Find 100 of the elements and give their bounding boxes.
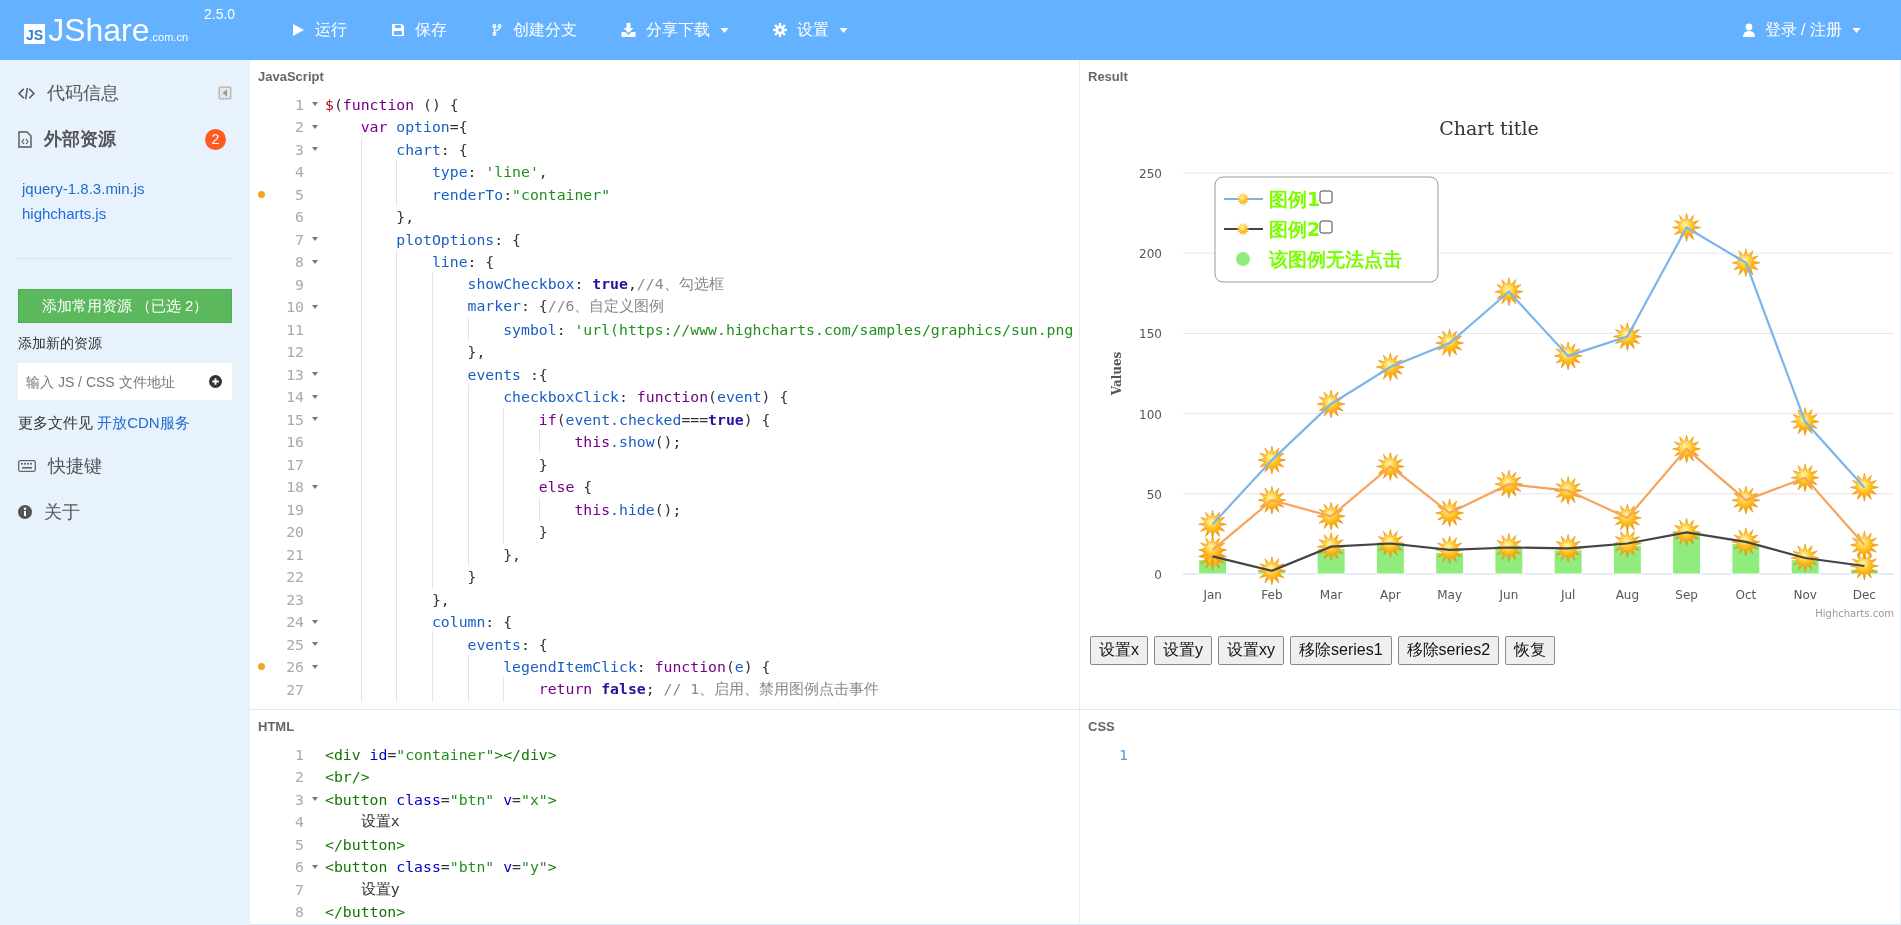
sun-marker [1850, 551, 1879, 581]
line-number: 1 [294, 95, 304, 113]
section-title[interactable]: 快捷键 [48, 454, 102, 478]
line-number: 3 [294, 140, 304, 158]
fold-icon[interactable] [311, 237, 318, 242]
fold-icon[interactable] [311, 304, 318, 309]
count-badge: 2 [205, 128, 226, 150]
panel-title: JavaScript [257, 68, 325, 86]
resource-url-field[interactable]: 输入 JS / CSS 文件地址 [18, 363, 232, 400]
collapse-icon[interactable] [218, 86, 232, 100]
demo-button[interactable]: 设置x [1090, 636, 1148, 665]
x-tick-label: Mar [1319, 588, 1343, 602]
legend-checkbox[interactable] [1319, 220, 1333, 234]
code-line: var option={ [359, 118, 468, 136]
x-tick-label: Aug [1615, 588, 1640, 602]
sun-marker [1376, 452, 1405, 481]
line-number: 25 [285, 635, 304, 653]
y-tick-label: 0 [1154, 568, 1162, 582]
legend-line-symbol [1224, 192, 1263, 206]
section-title[interactable]: 代码信息 [47, 81, 119, 105]
fold-icon[interactable] [311, 864, 318, 869]
x-tick-label: Sep [1675, 588, 1698, 602]
sun-marker [1376, 352, 1405, 382]
code-line: plotOptions: { [325, 230, 521, 248]
fold-icon[interactable] [311, 259, 318, 264]
line-number: 5 [294, 185, 304, 203]
line-number: 10 [285, 298, 304, 316]
line-number: 15 [285, 410, 304, 428]
fold-icon[interactable] [311, 417, 318, 422]
line-number: 12 [285, 343, 304, 361]
demo-button[interactable]: 移除series2 [1397, 636, 1500, 665]
code-line: <button class="btn" v="x"> [325, 790, 557, 808]
sun-marker [1435, 498, 1464, 528]
sun-marker [1198, 510, 1227, 539]
x-tick-label: Jul [1560, 588, 1576, 602]
code-line: this.show(); [325, 433, 682, 451]
fold-icon[interactable] [311, 372, 318, 377]
line-number: 19 [285, 500, 304, 518]
demo-button[interactable]: 设置y [1154, 636, 1212, 665]
line-number: 6 [294, 208, 304, 226]
fold-icon[interactable] [311, 619, 318, 624]
code-line: if(event.checked===true) { [325, 410, 771, 428]
line-number: 1 [294, 745, 304, 763]
code-line: legendItemClick: function(e) { [325, 658, 771, 676]
fold-icon[interactable] [311, 664, 318, 669]
line-number: 7 [294, 880, 304, 898]
sun-marker [1435, 535, 1464, 565]
user-icon [1742, 23, 1755, 37]
resource-link[interactable]: highcharts.js [22, 205, 232, 222]
fold-icon[interactable] [311, 642, 318, 647]
sun-marker [1257, 485, 1287, 515]
line-number: 1 [1118, 745, 1128, 763]
sun-marker [1316, 389, 1346, 419]
legend-line-symbol [1224, 222, 1263, 236]
sun-marker [1613, 503, 1642, 533]
code-line: events: { [325, 635, 548, 653]
sun-marker [1672, 518, 1701, 547]
code-line: events :{ [325, 365, 548, 383]
sun-marker [1435, 328, 1464, 358]
file-code-icon [18, 130, 32, 148]
fold-icon[interactable] [311, 797, 318, 802]
code-line: chart: { [325, 140, 468, 158]
code-line: return false; // 1、启用、禁用图例点击事件 [325, 679, 880, 699]
x-tick-label: Oct [1735, 588, 1757, 602]
fold-icon[interactable] [311, 484, 318, 489]
demo-button[interactable]: 移除series1 [1290, 636, 1392, 665]
sun-marker [1316, 532, 1346, 561]
fold-icon[interactable] [311, 147, 318, 152]
demo-button[interactable]: 设置xy [1218, 636, 1284, 665]
code-line: showCheckbox: true,//4、勾选框 [325, 274, 724, 294]
fold-icon[interactable] [311, 124, 318, 129]
panel-title: HTML [257, 718, 296, 736]
code-line: line: { [325, 253, 495, 271]
code-line: 设置y [359, 879, 400, 899]
x-tick-label: Jan [1203, 588, 1222, 602]
code-line: </button> [325, 903, 406, 921]
sun-marker [1494, 277, 1524, 306]
resource-link[interactable]: jquery-1.8.3.min.js [22, 180, 232, 197]
line-number: 23 [285, 590, 304, 608]
demo-button[interactable]: 恢复 [1505, 636, 1556, 665]
legend-checkbox[interactable] [1319, 190, 1333, 204]
line-number: 14 [285, 388, 304, 406]
add-icon[interactable] [209, 375, 222, 388]
y-tick-label: 150 [1139, 327, 1162, 342]
line-number: 26 [285, 658, 304, 676]
line-number: 24 [285, 613, 304, 631]
add-resource-button[interactable]: 添加常用资源 （已选 2） [18, 289, 232, 323]
cdn-link[interactable]: 开放CDN服务 [97, 414, 190, 431]
credits-link[interactable]: Highcharts.com [1815, 608, 1894, 619]
sun-marker [1731, 527, 1761, 557]
branch-icon [491, 23, 503, 37]
fold-icon[interactable] [311, 394, 318, 399]
line-number: 18 [285, 478, 304, 496]
x-tick-label: Nov [1793, 588, 1817, 602]
sun-marker [1672, 434, 1701, 464]
section-title[interactable]: 关于 [44, 500, 80, 524]
line-number: 6 [294, 858, 304, 876]
section-title[interactable]: 外部资源 [44, 127, 116, 151]
sun-marker [1198, 535, 1227, 565]
fold-icon[interactable] [311, 102, 318, 107]
